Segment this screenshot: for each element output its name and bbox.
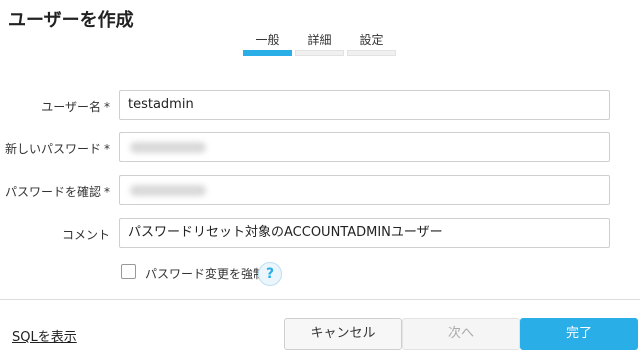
confirm-password-label-text: パスワードを確認	[4, 185, 101, 199]
force-change-label[interactable]: パスワード変更を強制	[145, 265, 265, 282]
tab-details[interactable]: 詳細	[295, 32, 344, 56]
required-mark: *	[104, 100, 110, 114]
tab-details-label: 詳細	[307, 33, 332, 47]
confirm-password-row: パスワードを確認 *	[0, 175, 640, 205]
comment-input[interactable]: パスワードリセット対象のACCOUNTADMINユーザー	[119, 218, 610, 248]
password-row: 新しいパスワード *	[0, 132, 640, 162]
password-input[interactable]	[119, 132, 610, 162]
tab-general-indicator	[243, 50, 292, 56]
required-mark: *	[104, 142, 110, 156]
comment-label: コメント	[61, 228, 110, 242]
next-button[interactable]: 次へ	[402, 318, 520, 350]
step-tabs: 一般 詳細 設定	[243, 32, 396, 56]
dialog-title: ユーザーを作成	[8, 10, 134, 31]
tab-settings[interactable]: 設定	[347, 32, 396, 56]
username-input[interactable]: testadmin	[119, 90, 610, 120]
username-row: ユーザー名 * testadmin	[0, 90, 640, 120]
force-change-checkbox[interactable]	[121, 264, 136, 279]
tab-settings-label: 設定	[359, 33, 384, 47]
footer-divider	[0, 299, 640, 300]
comment-row: コメント パスワードリセット対象のACCOUNTADMINユーザー	[0, 218, 640, 248]
confirm-password-input[interactable]	[119, 175, 610, 205]
password-label: 新しいパスワード *	[5, 140, 110, 157]
confirm-password-label: パスワードを確認 *	[5, 183, 110, 200]
cancel-button[interactable]: キャンセル	[284, 318, 402, 350]
required-mark: *	[104, 185, 110, 199]
username-label: ユーザー名 *	[41, 98, 110, 115]
masked-value	[130, 185, 206, 196]
done-button[interactable]: 完了	[520, 318, 638, 350]
question-icon[interactable]: ?	[258, 262, 282, 286]
username-label-text: ユーザー名	[41, 100, 101, 114]
show-sql-link[interactable]: SQLを表示	[12, 326, 77, 345]
tab-settings-indicator	[347, 50, 396, 56]
password-label-text: 新しいパスワード	[4, 142, 101, 156]
tab-general-label: 一般	[255, 33, 280, 47]
masked-value	[130, 142, 206, 153]
tab-details-indicator	[295, 50, 344, 56]
tab-general[interactable]: 一般	[243, 32, 292, 56]
